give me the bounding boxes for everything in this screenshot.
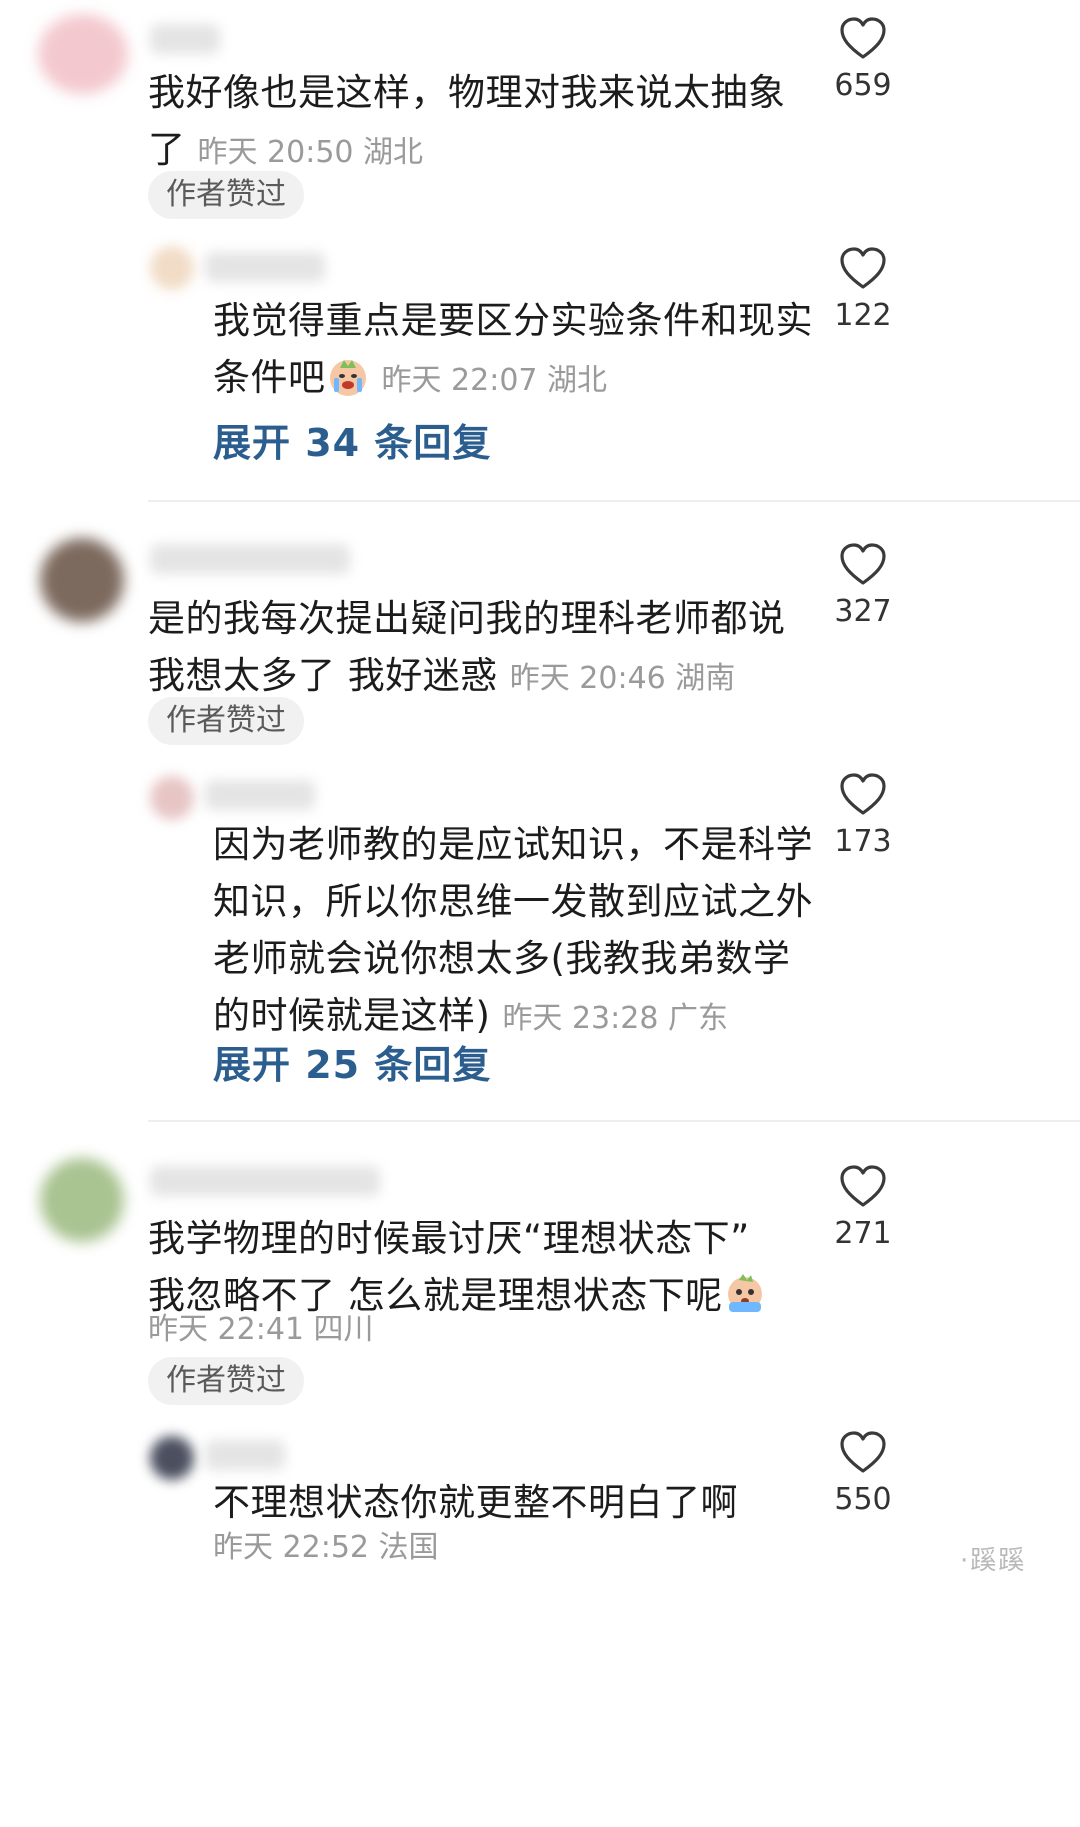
comment-text: 我学物理的时候最讨厌“理想状态下” 我忽略不了 怎么就是理想状态下呢 [148,1210,828,1324]
heart-icon [840,17,886,59]
reply-avatar[interactable] [150,776,194,820]
like-count: 173 [834,824,892,859]
like-count: 550 [834,1482,892,1517]
expand-replies-link[interactable]: 展开 25 条回复 [213,1034,491,1089]
comment-text: 我好像也是这样，物理对我来说太抽象 了昨天 20:50 湖北 [148,71,786,171]
author-liked-badge: 作者赞过 [148,171,304,219]
like-button[interactable]: 173 [818,772,908,859]
author-liked-badge: 作者赞过 [148,1357,304,1405]
reply-text: 因为老师教的是应试知识，不是科学 知识，所以你思维一发散到应试之外 老师就会说你… [213,823,813,1037]
watermark: ·蹊蹊 [960,1546,1027,1576]
divider [148,500,1080,502]
comment-avatar[interactable] [40,538,124,622]
comment-username[interactable] [150,544,350,574]
like-button[interactable]: 550 [818,1430,908,1517]
comment-meta: 昨天 20:46 湖南 [509,661,736,696]
divider [148,1120,1080,1122]
reply-avatar[interactable] [150,1436,194,1480]
like-button[interactable]: 659 [818,16,908,103]
reply-username[interactable] [205,780,315,810]
author-liked-badge: 作者赞过 [148,697,304,745]
comment-meta: 昨天 22:41 四川 [148,1312,374,1347]
reply-username[interactable] [205,1440,285,1470]
reply-avatar[interactable] [150,246,194,290]
comment-avatar[interactable] [38,14,128,94]
heart-icon [840,247,886,289]
comment-avatar[interactable] [40,1158,124,1242]
heart-icon [840,543,886,585]
reply-text: 不理想状态你就更整不明白了啊 [213,1481,738,1524]
reply-meta: 昨天 22:07 湖北 [381,363,608,398]
scared-face-emoji [727,1274,762,1312]
like-count: 327 [834,594,892,629]
like-button[interactable]: 271 [818,1164,908,1251]
like-count: 271 [834,1216,892,1251]
reply-text: 我觉得重点是要区分实验条件和现实 条件吧 昨天 22:07 湖北 [213,299,813,399]
like-button[interactable]: 327 [818,542,908,629]
like-button[interactable]: 122 [818,246,908,333]
like-count: 122 [834,298,892,333]
reply-meta: 昨天 23:28 广东 [502,1001,728,1036]
comment-text: 是的我每次提出疑问我的理科老师都说 我想太多了 我好迷惑 昨天 20:46 湖南 [148,597,786,697]
like-count: 659 [834,68,892,103]
comment-username[interactable] [150,1166,380,1196]
comment-meta: 昨天 20:50 湖北 [197,135,424,170]
reply-username[interactable] [205,252,325,282]
comment-username[interactable] [150,24,220,54]
heart-icon [840,773,886,815]
reply-meta: 昨天 22:52 法国 [213,1530,439,1565]
heart-icon [840,1165,886,1207]
heart-icon [840,1431,886,1473]
crying-face-emoji [329,360,366,396]
expand-replies-link[interactable]: 展开 34 条回复 [213,412,491,467]
